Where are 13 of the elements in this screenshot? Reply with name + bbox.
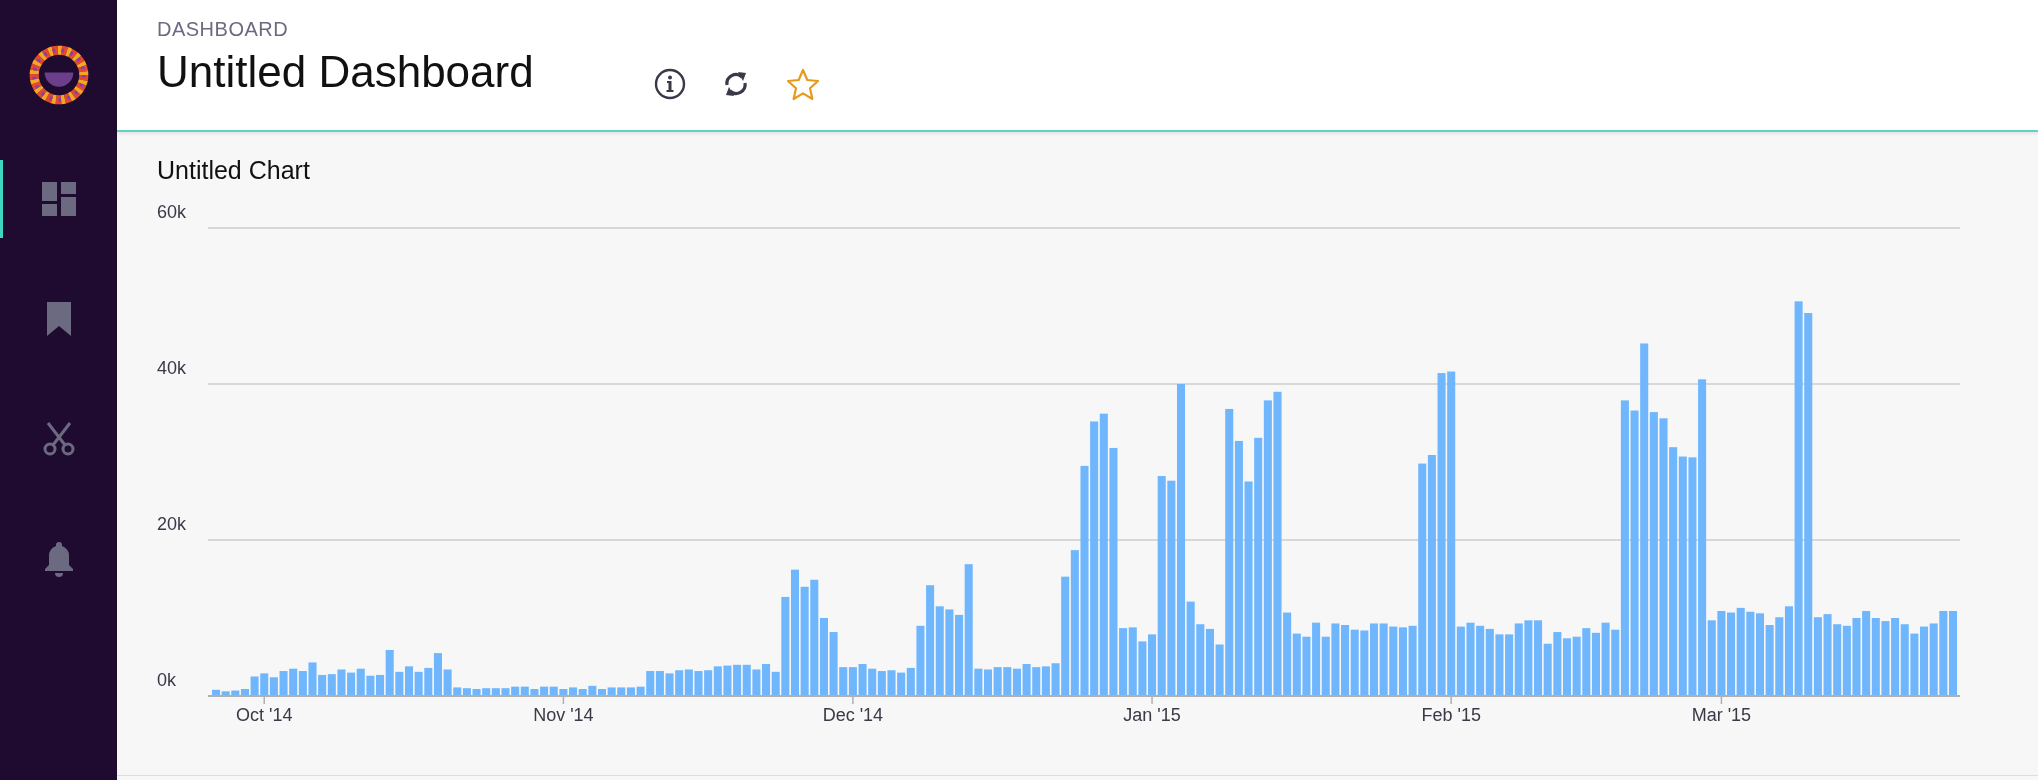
dashboard-title: Untitled Dashboard (157, 47, 534, 97)
axis-label: Mar '15 (1691, 705, 1752, 725)
axis-label: Oct '14 (236, 705, 293, 725)
axis-label: Feb '15 (1421, 705, 1481, 725)
axis-label: Nov '14 (533, 705, 594, 725)
axis-label: 40k (157, 358, 187, 378)
axis-label: 20k (157, 514, 187, 534)
axis-label: 0k (157, 670, 176, 690)
chart-title: Untitled Chart (157, 156, 311, 185)
breadcrumb: DASHBOARD (157, 18, 290, 41)
axis-label: 60k (157, 202, 187, 222)
axis-label: Dec '14 (822, 705, 884, 725)
axis-label: Jan '15 (1123, 705, 1181, 725)
